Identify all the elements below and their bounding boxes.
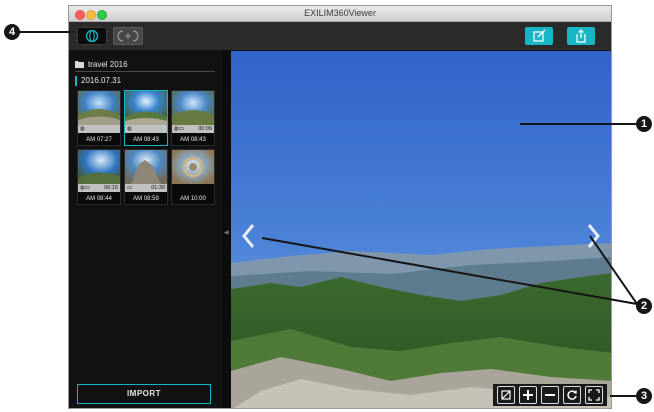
callout-3: 3 bbox=[636, 388, 652, 404]
callout-2-lines bbox=[261, 235, 638, 305]
callout-3-line bbox=[610, 395, 636, 397]
